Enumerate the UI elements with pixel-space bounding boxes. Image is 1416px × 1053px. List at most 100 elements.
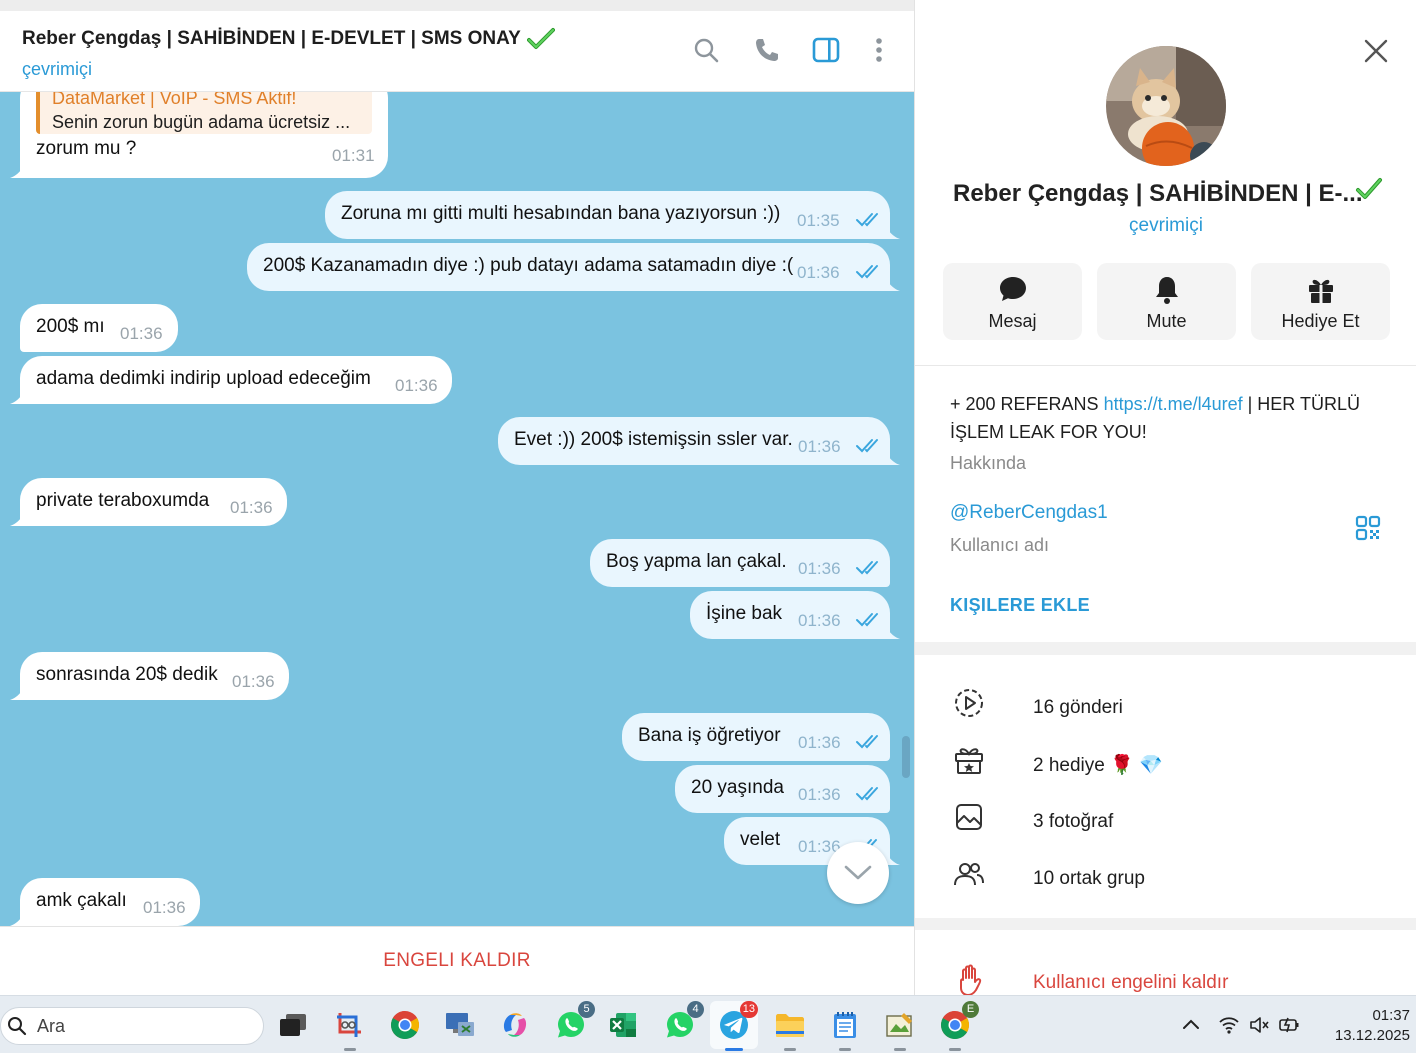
taskbar-search-box[interactable]: Ara [0,1007,264,1045]
message-button[interactable]: Mesaj [943,263,1082,340]
chat-header[interactable]: Reber Çengdaş | SAHİBİNDEN | E-DEVLET | … [0,11,914,92]
message-bubble[interactable]: Boş yapma lan çakal. 01:36 [590,539,890,587]
groups-icon [954,863,984,886]
scrollbar-thumb[interactable] [902,736,910,778]
scroll-to-bottom-button[interactable] [827,842,889,904]
clock-time: 01:37 [1372,1007,1410,1024]
chrome-icon[interactable] [385,1005,425,1045]
verified-check-icon [526,28,555,49]
add-contact-button[interactable]: KIŞILERE EKLE [950,595,1090,616]
message-bubble[interactable]: amk çakalı 01:36 [10,878,200,926]
bio-link[interactable]: https://t.me/l4uref [1104,394,1243,414]
volume-muted-icon[interactable] [1248,1014,1270,1036]
chevron-up-icon[interactable] [1180,1014,1202,1036]
message-bubble[interactable]: Bana iş öğretiyor 01:36 [622,713,890,761]
message-icon [999,277,1026,301]
profile-panel: Reber Çengdaş | SAHİBİNDEN | E-... çevri… [914,0,1416,996]
notepad-icon[interactable] [825,1005,865,1051]
message-text: adama dedimki indirip upload edeceğim [36,368,371,389]
read-ticks-icon [856,439,878,453]
whatsapp-business-icon[interactable]: 4 [660,1001,704,1045]
message-time: 01:36 [230,498,273,517]
message-bubble[interactable]: sonrasında 20$ dedik 01:36 [10,652,289,700]
whatsapp-badge: 5 [578,1001,595,1018]
message-text: Boş yapma lan çakal. [606,551,787,572]
search-icon[interactable] [691,35,721,65]
unblock-bar: ENGELI KALDIR [0,926,914,995]
profile-media-section: 16 gönderi 2 hediye 🌹 💎 3 fotoğraf 10 or… [915,655,1416,918]
telegram-window: Reber Çengdaş | SAHİBİNDEN | E-DEVLET | … [0,0,1416,1053]
close-icon[interactable] [1361,36,1391,66]
taskbar-clock[interactable]: 01:37 13.12.2025 [1300,1006,1410,1046]
sidebar-toggle-icon[interactable] [811,35,841,65]
mute-button[interactable]: Mute [1097,263,1236,340]
message-time: 01:36 [798,733,841,752]
read-ticks-icon [856,787,878,801]
message-text: zorum mu ? [36,138,137,159]
gifts-label: 2 hediye 🌹 💎 [1033,753,1163,777]
message-bubble[interactable]: private teraboxumda 01:36 [10,478,287,526]
read-ticks-icon [856,735,878,749]
more-icon[interactable] [864,35,894,65]
task-view-icon[interactable] [273,1005,313,1045]
message-bubble[interactable]: 200$ mı 01:36 [20,304,178,352]
avatar[interactable] [1106,46,1226,166]
message-bubble[interactable]: 200$ Kazanamadın diye :) pub datayı adam… [247,243,900,291]
message-text: 200$ mı [36,316,105,337]
phone-icon[interactable] [752,35,782,65]
reply-quote[interactable]: DataMarket | VoIP - SMS Aktif! Senin zor… [36,92,372,134]
qr-code-icon[interactable] [1355,515,1381,541]
common-groups-row[interactable]: 10 ortak grup [915,846,1416,896]
stories-icon [955,689,983,717]
gifts-row[interactable]: 2 hediye 🌹 💎 [915,732,1416,782]
chrome-profile-icon[interactable]: E [935,1001,979,1051]
snipping-tool-icon[interactable] [330,1005,370,1051]
message-bubble[interactable]: Evet :)) 200$ istemişsin ssler var. 01:3… [498,417,900,465]
rose-icon: 🌹 [1110,755,1134,776]
username-link[interactable]: @ReberCengdas1 [950,502,1108,524]
gift-button[interactable]: Hediye Et [1251,263,1390,340]
search-icon [8,1017,27,1036]
message-bubble[interactable]: İşine bak 01:36 [690,591,900,639]
battery-icon[interactable] [1278,1014,1300,1036]
chat-pane: Reber Çengdaş | SAHİBİNDEN | E-DEVLET | … [0,0,914,995]
verified-check-icon [1356,178,1382,199]
bell-icon [1155,277,1178,304]
message-list[interactable]: DataMarket | VoIP - SMS Aktif! Senin zor… [0,92,914,926]
unblock-user-button[interactable]: Kullanıcı engelini kaldır [1033,972,1228,994]
chat-title[interactable]: Reber Çengdaş | SAHİBİNDEN | E-DEVLET | … [22,27,555,51]
message-time: 01:36 [395,376,438,395]
message-text: Evet :)) 200$ istemişsin ssler var. [514,429,793,450]
whatsapp-icon[interactable]: 5 [551,1001,595,1045]
gift-icon [1308,279,1333,303]
profile-status: çevrimiçi [1129,215,1203,236]
message-text: 200$ Kazanamadın diye :) pub datayı adam… [263,255,794,276]
reply-quote-author: DataMarket | VoIP - SMS Aktif! [52,92,297,108]
message-time: 01:36 [798,437,841,456]
message-time: 01:35 [797,211,840,230]
image-editor-icon[interactable] [880,1005,920,1051]
message-bubble[interactable]: DataMarket | VoIP - SMS Aktif! Senin zor… [10,92,388,178]
message-bubble[interactable]: adama dedimki indirip upload edeceğim 01… [10,356,452,404]
bio-label: Hakkında [950,453,1027,473]
photos-row[interactable]: 3 fotoğraf [915,789,1416,839]
file-explorer-icon[interactable] [770,1005,810,1051]
taskbar: Ara 5 4 13 E 01:37 13.12.2025 [0,995,1416,1053]
unblock-button[interactable]: ENGELI KALDIR [383,950,531,972]
telegram-badge: 13 [739,1001,758,1018]
message-time: 01:36 [798,611,841,630]
reply-quote-text: Senin zorun bugün adama ücretsiz ... [52,112,351,132]
bio-text: + 200 REFERANS https://t.me/l4uref | HER… [950,390,1380,446]
message-bubble[interactable]: 20 yaşında 01:36 [675,765,890,813]
read-ticks-icon [856,613,878,627]
hand-stop-icon [960,964,982,996]
wifi-icon[interactable] [1218,1014,1240,1036]
remote-desktop-icon[interactable] [440,1005,480,1045]
stories-row[interactable]: 16 gönderi [915,675,1416,725]
copilot-icon[interactable] [495,1005,535,1045]
message-bubble[interactable]: Zoruna mı gitti multi hesabından bana ya… [325,191,900,239]
message-time: 01:36 [797,263,840,282]
telegram-icon[interactable]: 13 [714,1001,758,1051]
message-time: 01:36 [798,559,841,578]
excel-icon[interactable] [603,1005,643,1045]
